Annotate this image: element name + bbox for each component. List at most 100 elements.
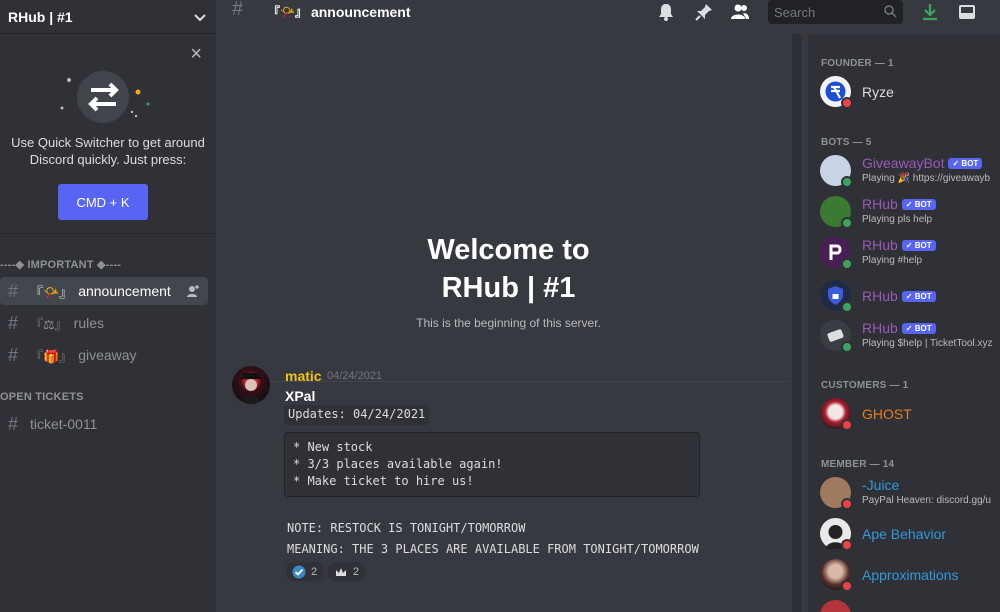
message-title: XPal — [285, 388, 316, 404]
member-partial[interactable] — [820, 600, 1000, 612]
member-category-members: MEMBER — 14 — [821, 459, 895, 470]
download-icon[interactable] — [920, 2, 940, 22]
member-ape-behavior[interactable]: Ape Behavior — [820, 518, 1000, 554]
channel-emoji: 『⚖』 — [30, 316, 68, 332]
channel-header: # 『📯』 announcement Search — [216, 0, 1000, 24]
text-channel-icon: # — [8, 280, 19, 301]
member-category-customers: CUSTOMERS — 1 — [821, 380, 909, 391]
member-ryze[interactable]: Ryze — [820, 76, 1000, 112]
welcome-title-line1: Welcome to — [427, 234, 590, 266]
status-dnd-icon — [841, 419, 853, 431]
member-name-text: RHub — [862, 196, 898, 212]
code-block: * New stock * 3/3 places available again!… — [284, 432, 700, 497]
message-timestamp: 04/24/2021 — [327, 370, 383, 382]
member-giveawaybot[interactable]: GiveawayBot ✓ BOT Playing 🎉 https://givea… — [820, 155, 1000, 191]
meaning-line: MEANING: THE 3 PLACES ARE AVAILABLE FROM… — [287, 542, 699, 556]
channel-name: giveaway — [78, 347, 137, 363]
text-channel-icon: # — [8, 413, 19, 434]
crown-icon — [336, 567, 346, 576]
note-line: NOTE: RESTOCK IS TONIGHT/TOMORROW — [287, 521, 526, 535]
code-line: * New stock — [293, 440, 373, 454]
reaction-check[interactable]: 2 — [286, 562, 324, 581]
member-rhub-bot-3[interactable]: RHub ✓ BOT — [820, 280, 1000, 316]
notification-bell-icon[interactable] — [656, 2, 676, 22]
bot-tag: ✓ BOT — [901, 323, 936, 334]
member-ghost[interactable]: GHOST — [820, 398, 1000, 434]
member-name: RHub ✓ BOT — [862, 196, 936, 212]
member-activity: Playing pls help — [862, 214, 933, 225]
invite-member-icon[interactable] — [186, 284, 200, 298]
member-name-text: RHub — [862, 288, 898, 304]
channel-title: 『📯』 announcement — [268, 3, 411, 20]
member-activity: Playing #help — [862, 255, 923, 266]
member-name-text: GiveawayBot — [862, 155, 945, 171]
channel-sidebar: RHub | #1 × Use Quick Switcher to get ar… — [0, 0, 216, 612]
member-rhub-bot-4[interactable]: RHub ✓ BOT Playing $help | TicketTool.xyz — [820, 320, 1000, 356]
status-dnd-icon — [841, 97, 853, 109]
discord-app: RHub | #1 × Use Quick Switcher to get ar… — [0, 0, 1000, 612]
member-name: GHOST — [862, 406, 912, 422]
close-icon[interactable]: × — [190, 44, 202, 64]
text-channel-icon: # — [8, 312, 19, 333]
channel-giveaway[interactable]: # 『🎁』 giveaway — [0, 341, 208, 369]
channel-name: announcement — [310, 3, 411, 20]
bot-tag: ✓ BOT — [901, 199, 936, 210]
chat-scrollbar[interactable] — [792, 34, 802, 612]
channel-name: ticket-0011 — [30, 416, 98, 432]
check-badge-icon — [292, 565, 306, 578]
reaction-count: 2 — [353, 565, 360, 578]
quick-switcher-shortcut-button[interactable]: CMD + K — [58, 184, 148, 220]
quick-switcher-text: Use Quick Switcher to get around Discord… — [0, 134, 216, 168]
quick-switcher-text-line1: Use Quick Switcher to get around — [11, 135, 205, 150]
server-name: RHub | #1 — [8, 8, 73, 25]
reaction-count: 2 — [311, 565, 318, 578]
member-activity: Playing $help | TicketTool.xyz — [862, 338, 993, 349]
category-important[interactable]: ----◆ IMPORTANT ◆---- — [0, 258, 121, 271]
avatar[interactable] — [232, 366, 270, 404]
chevron-down-icon — [194, 13, 206, 21]
quick-switcher-text-line2: Discord quickly. Just press: — [29, 152, 187, 167]
text-channel-icon: # — [8, 344, 19, 365]
member-name: RHub ✓ BOT — [862, 320, 936, 336]
status-online-icon — [841, 301, 853, 313]
bot-tag: ✓ BOT — [901, 291, 936, 302]
search-placeholder: Search — [774, 4, 816, 20]
message-author[interactable]: matic — [285, 368, 322, 384]
welcome-title-line2: RHub | #1 — [441, 272, 576, 304]
member-rhub-bot-1[interactable]: RHub ✓ BOT Playing pls help — [820, 196, 1000, 232]
search-icon — [884, 5, 897, 18]
category-open-tickets[interactable]: OPEN TICKETS — [0, 391, 84, 403]
status-dnd-icon — [841, 580, 853, 592]
member-approximations[interactable]: Approximations — [820, 559, 1000, 595]
channel-emoji: 『🎁』 — [30, 348, 73, 364]
member-juice[interactable]: -Juice PayPal Heaven: discord.gg/u — [820, 477, 1000, 513]
welcome-subtitle: This is the beginning of this server. — [416, 316, 601, 330]
member-list-icon[interactable] — [730, 2, 750, 22]
code-line: * 3/3 places available again! — [293, 457, 503, 471]
channel-name: announcement — [78, 283, 171, 299]
updates-inline-code: Updates: 04/24/2021 — [284, 405, 430, 425]
bot-tag: ✓ BOT — [901, 240, 936, 251]
reaction-crown[interactable]: 2 — [328, 562, 366, 581]
member-rhub-bot-2[interactable]: RHub ✓ BOT Playing #help — [820, 237, 1000, 273]
member-name: Approximations — [862, 567, 959, 583]
member-list: FOUNDER — 1 Ryze BOTS — 5 GiveawayBot ✓ B… — [808, 34, 1000, 612]
channel-announcement[interactable]: # 『📯』 announcement — [0, 277, 208, 305]
channel-ticket[interactable]: # ticket-0011 — [0, 410, 208, 438]
member-name: RHub ✓ BOT — [862, 288, 936, 304]
member-activity: PayPal Heaven: discord.gg/u — [862, 495, 991, 506]
member-name: -Juice — [862, 477, 900, 493]
search-input[interactable]: Search — [768, 0, 903, 24]
quick-switcher-tip: × Use Quick Switcher to get around Disco… — [0, 34, 216, 234]
member-name-text: RHub — [862, 320, 898, 336]
status-dnd-icon — [841, 498, 853, 510]
pin-icon[interactable] — [694, 2, 714, 22]
member-category-founder: FOUNDER — 1 — [821, 58, 894, 69]
member-name: RHub ✓ BOT — [862, 237, 936, 253]
inbox-icon[interactable] — [957, 2, 977, 22]
channel-rules[interactable]: # 『⚖』 rules — [0, 309, 208, 337]
quick-switcher-icon — [60, 71, 150, 123]
server-header[interactable]: RHub | #1 — [0, 0, 216, 34]
member-name: Ryze — [862, 84, 894, 100]
channel-emoji: 『📯』 — [30, 284, 73, 300]
